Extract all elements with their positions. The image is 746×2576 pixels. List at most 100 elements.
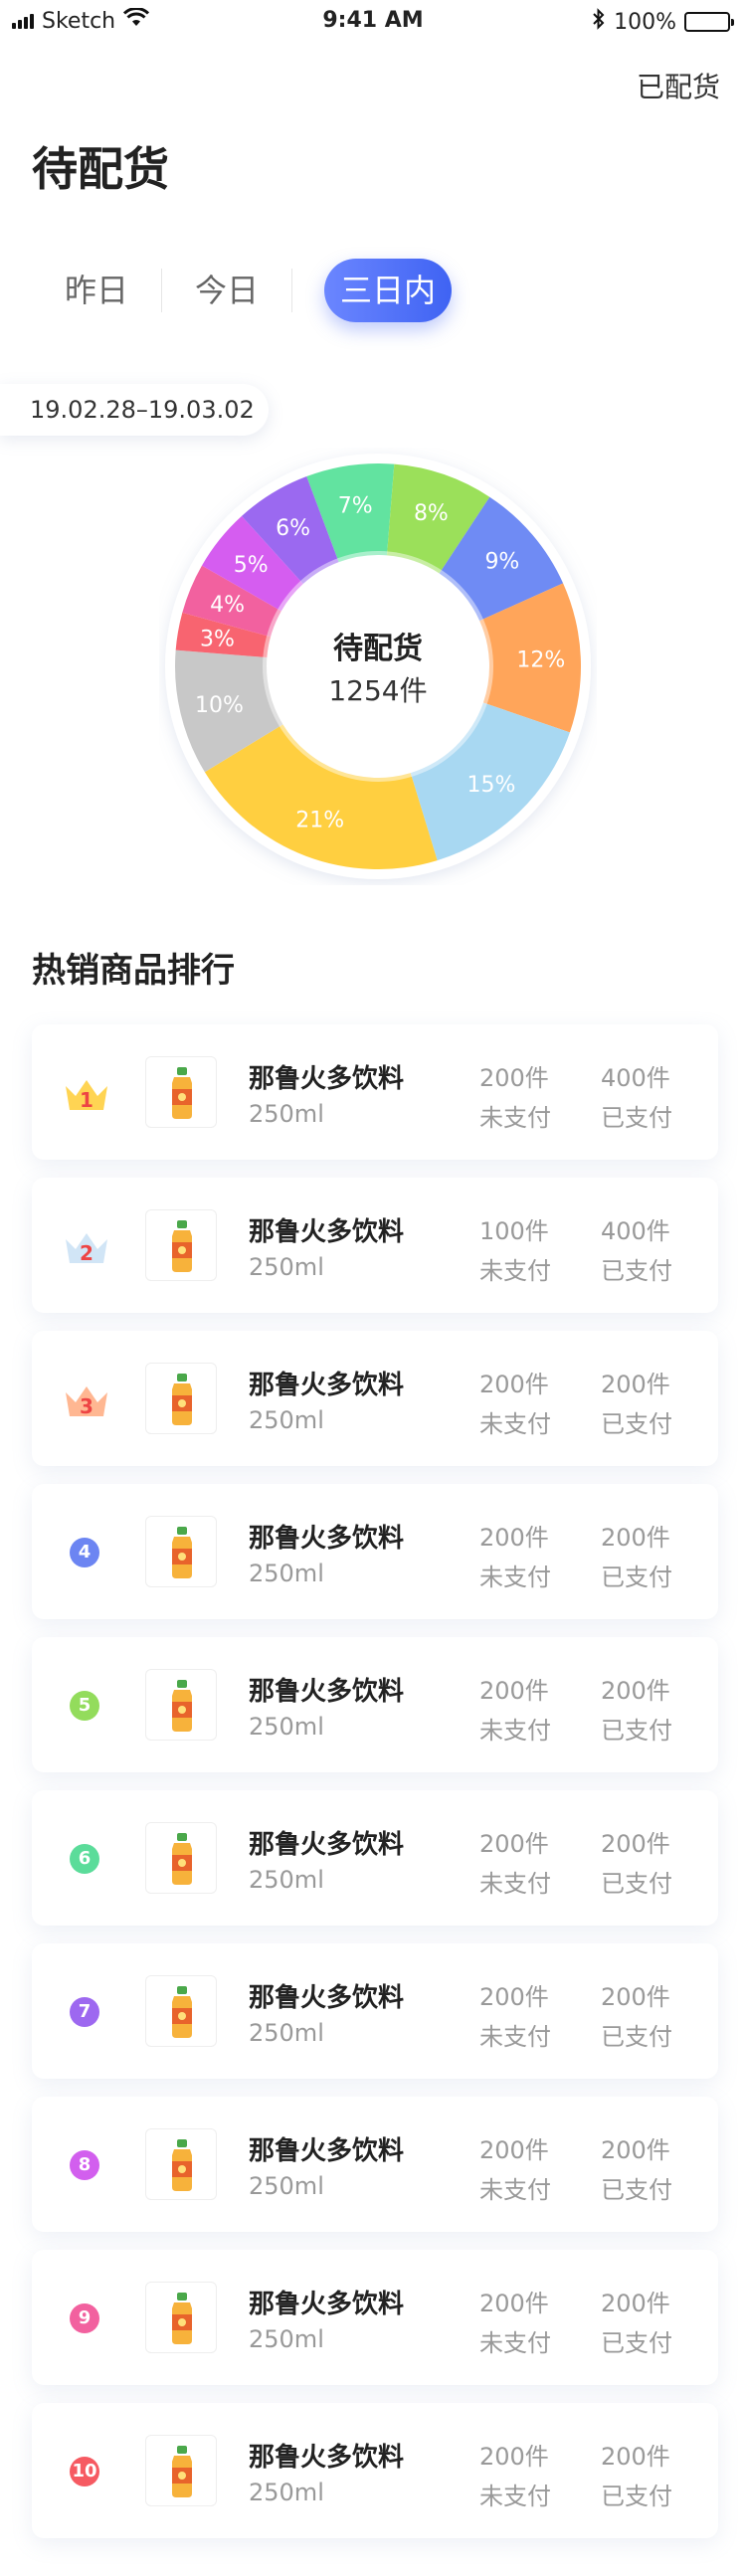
unpaid-column: 200件 未支付 <box>479 2284 551 2363</box>
ranking-item[interactable]: 1 那鲁火多饮料 250ml 200件未支付 400件已支付 <box>32 1024 718 1160</box>
rank-number: 3 <box>80 1394 93 1418</box>
product-name: 那鲁火多饮料 <box>249 2136 405 2166</box>
donut-slice-label: 9% <box>484 550 519 575</box>
drink-bottle-icon <box>172 1067 192 1119</box>
ranking-item[interactable]: 5 那鲁火多饮料 250ml 200件 未支付 200件 已支付 <box>32 1637 718 1772</box>
ranking-item[interactable]: 3 那鲁火多饮料 250ml 200件 未支付 200件 已支付 <box>32 1331 718 1466</box>
drink-bottle-icon <box>172 2446 192 2497</box>
bluetooth-icon <box>592 8 606 36</box>
paid-count: 200件 <box>601 2136 670 2164</box>
ranking-item[interactable]: 4 那鲁火多饮料 250ml 200件 未支付 200件 已支付 <box>32 1484 718 1619</box>
rank-number-badge: 10 <box>70 2457 99 2486</box>
status-right: 100% <box>592 8 734 36</box>
product-name: 那鲁火多饮料 <box>249 1064 405 1094</box>
paid-column: 400件 已支付 <box>601 1211 672 1291</box>
unpaid-label: 未支付 <box>479 1257 551 1285</box>
ranking-item[interactable]: 10 那鲁火多饮料 250ml 200件 未支付 200件 已支付 <box>32 2403 718 2538</box>
tab-yesterday[interactable]: 昨日 <box>32 257 161 324</box>
unpaid-label: 未支付 <box>479 2176 551 2204</box>
drink-bottle-icon <box>172 2139 192 2191</box>
ranking-title: 热销商品排行 <box>32 951 235 991</box>
rank-number-badge: 4 <box>70 1538 99 1567</box>
product-thumbnail <box>145 1363 217 1434</box>
status-bar: Sketch 9:41 AM 100% <box>0 0 746 40</box>
distribution-donut-chart: 7% 8% 9% 12% 15% 21% 10% 3% 4% 5% 6% 待配货 1254件 <box>159 448 597 885</box>
unpaid-column: 200件 未支付 <box>479 1671 551 1750</box>
ranking-list: 1 那鲁火多饮料 250ml 200件 未支付 400件 已支付 2 那鲁火多饮料 250ml 10… <box>32 1024 718 2556</box>
ranking-item[interactable]: 8 那鲁火多饮料 250ml 200件 未支付 200件 已支付 <box>32 2097 718 2232</box>
paid-count: 400件 <box>601 1064 670 1092</box>
product-name: 那鲁火多饮料 <box>249 2290 405 2319</box>
ranking-item[interactable]: 7 那鲁火多饮料 250ml 200件 未支付 200件 已支付 <box>32 1943 718 2079</box>
donut-slice-label: 15% <box>466 773 515 798</box>
rank-number-badge: 9 <box>70 2303 99 2333</box>
drink-bottle-icon <box>172 1680 192 1732</box>
tab-three-days[interactable]: 三日内 <box>324 259 452 322</box>
product-thumbnail <box>145 1669 217 1741</box>
unpaid-column: 200件未支付 <box>479 1058 551 1138</box>
ranking-item[interactable]: 2 那鲁火多饮料 250ml 100件未支付 400件 已支付 <box>32 1178 718 1313</box>
donut-center <box>273 561 483 772</box>
rank-number: 1 <box>80 1088 93 1112</box>
unpaid-column: 100件未支付 <box>479 1211 551 1291</box>
paid-label: 已支付 <box>601 1104 672 1132</box>
drink-bottle-icon <box>172 1527 192 1578</box>
rank-number: 2 <box>80 1241 93 1265</box>
product-name: 那鲁火多饮料 <box>249 2443 405 2473</box>
tab-today[interactable]: 今日 <box>162 257 291 324</box>
product-spec: 250ml <box>249 2325 324 2353</box>
paid-column: 200件 已支付 <box>601 1824 672 1904</box>
product-spec: 250ml <box>249 1866 324 1894</box>
unpaid-count: 200件 <box>479 2136 549 2164</box>
rank-number-badge: 7 <box>70 1997 99 2027</box>
paid-column: 400件已支付 <box>601 1058 672 1138</box>
paid-label: 已支付 <box>601 1410 672 1438</box>
product-spec: 250ml <box>249 1253 324 1281</box>
paid-column: 200件 已支付 <box>601 1671 672 1750</box>
product-thumbnail <box>145 2435 217 2506</box>
unpaid-column: 200件 未支付 <box>479 1365 551 1444</box>
unpaid-label: 未支付 <box>479 1870 551 1898</box>
drink-bottle-icon <box>172 1986 192 2038</box>
product-name: 那鲁火多饮料 <box>249 1677 405 1707</box>
unpaid-count: 100件 <box>479 1217 549 1245</box>
unpaid-count: 200件 <box>479 1064 549 1092</box>
donut-center-title: 待配货 <box>333 632 423 666</box>
rank-number-badge: 8 <box>70 2150 99 2180</box>
date-range: 19.02.28–19.03.02 <box>0 384 269 436</box>
unpaid-count: 200件 <box>479 1983 549 2011</box>
donut-slice-label: 12% <box>516 648 565 673</box>
donut-slice-label: 3% <box>200 628 235 652</box>
unpaid-label: 未支付 <box>479 2483 551 2510</box>
donut-slice-label: 4% <box>210 593 245 618</box>
unpaid-label: 未支付 <box>479 1410 551 1438</box>
unpaid-label: 未支付 <box>479 1104 551 1132</box>
page-title: 待配货 <box>32 142 169 196</box>
product-thumbnail <box>145 1516 217 1587</box>
unpaid-count: 200件 <box>479 1524 549 1552</box>
drink-bottle-icon <box>172 1374 192 1425</box>
product-spec: 250ml <box>249 2019 324 2047</box>
unpaid-column: 200件未支付 <box>479 1977 551 2057</box>
ranking-item[interactable]: 6 那鲁火多饮料 250ml 200件 未支付 200件 已支付 <box>32 1790 718 1926</box>
paid-count: 200件 <box>601 1371 670 1398</box>
product-spec: 250ml <box>249 1406 324 1434</box>
unpaid-count: 200件 <box>479 2290 549 2317</box>
product-thumbnail <box>145 1056 217 1128</box>
rank-number-badge: 5 <box>70 1691 99 1721</box>
paid-count: 200件 <box>601 2443 670 2471</box>
delivered-link[interactable]: 已配货 <box>637 66 720 105</box>
paid-column: 200件 已支付 <box>601 1518 672 1597</box>
battery-icon <box>684 12 734 32</box>
product-spec: 250ml <box>249 1100 324 1128</box>
ranking-item[interactable]: 9 那鲁火多饮料 250ml 200件 未支付 200件已支付 <box>32 2250 718 2385</box>
donut-slice-label: 10% <box>195 693 244 718</box>
paid-label: 已支付 <box>601 2329 672 2357</box>
product-spec: 250ml <box>249 2172 324 2200</box>
product-name: 那鲁火多饮料 <box>249 1830 405 1860</box>
drink-bottle-icon <box>172 1220 192 1272</box>
unpaid-label: 未支付 <box>479 2023 551 2051</box>
donut-svg: 7% 8% 9% 12% 15% 21% 10% 3% 4% 5% 6% 待配货 1254件 <box>165 454 591 879</box>
product-name: 那鲁火多饮料 <box>249 1217 405 1247</box>
unpaid-column: 200件 未支付 <box>479 1518 551 1597</box>
